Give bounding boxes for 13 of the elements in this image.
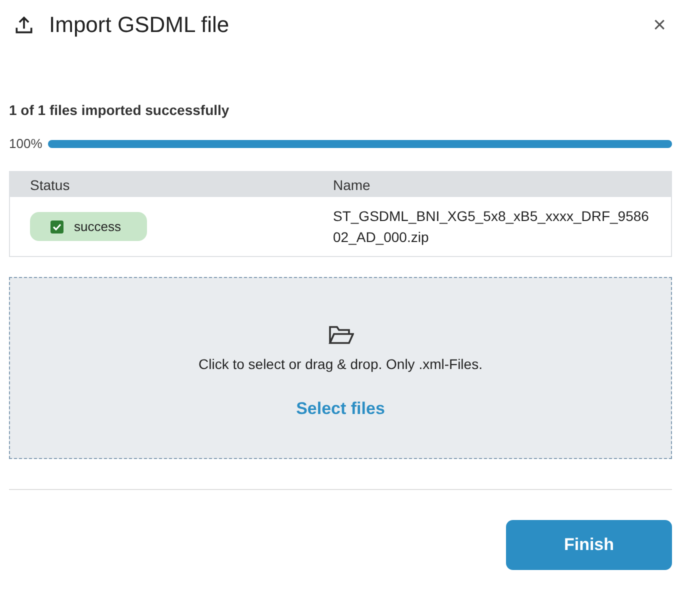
- close-button[interactable]: ×: [649, 12, 670, 38]
- folder-icon: [328, 324, 354, 346]
- status-label: success: [74, 219, 121, 234]
- upload-icon: [13, 14, 35, 36]
- file-name: ST_GSDML_BNI_XG5_5x8_xB5_xxxx_DRF_958602_AD_000.zip: [333, 206, 650, 247]
- dialog-title: Import GSDML file: [49, 12, 230, 38]
- finish-button[interactable]: Finish: [506, 520, 672, 570]
- column-header: Status: [10, 172, 327, 197]
- column-header: Name: [327, 172, 672, 197]
- drop-zone[interactable]: Click to select or drag & drop. Only .xml-Files. Select files: [9, 277, 672, 459]
- import-summary: 1 of 1 files imported successfully: [9, 102, 230, 118]
- progress-reading: 100%: [9, 136, 42, 151]
- drop-hint: Click to select or drag & drop. Only .xml-Files.: [198, 356, 482, 372]
